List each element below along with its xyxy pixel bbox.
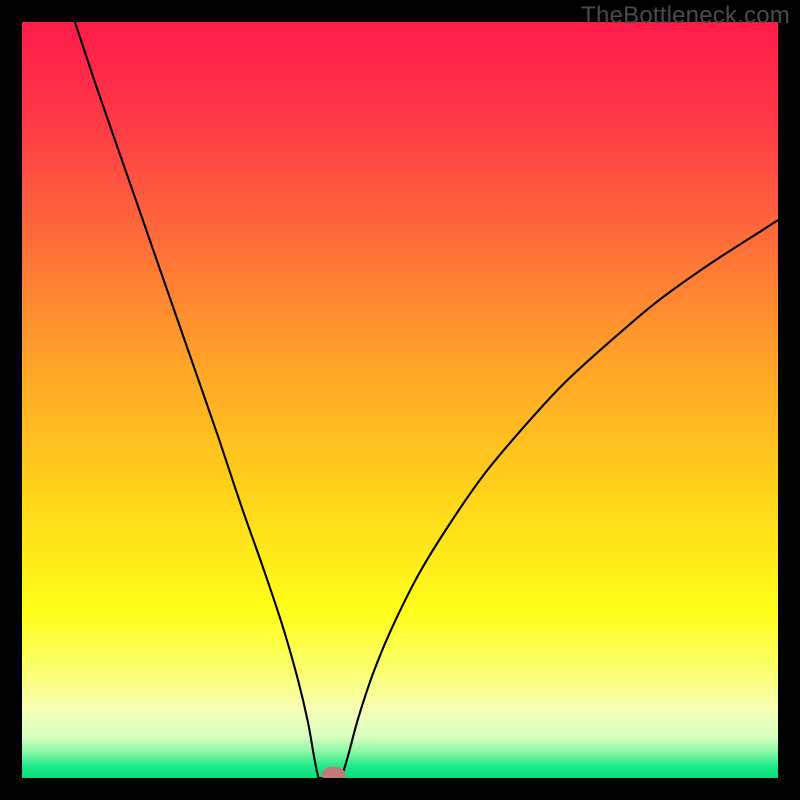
chart-frame: TheBottleneck.com <box>0 0 800 800</box>
chart-background <box>22 22 778 778</box>
chart-svg <box>22 22 778 778</box>
watermark-text: TheBottleneck.com <box>581 2 790 30</box>
chart-plot-area <box>22 22 778 778</box>
